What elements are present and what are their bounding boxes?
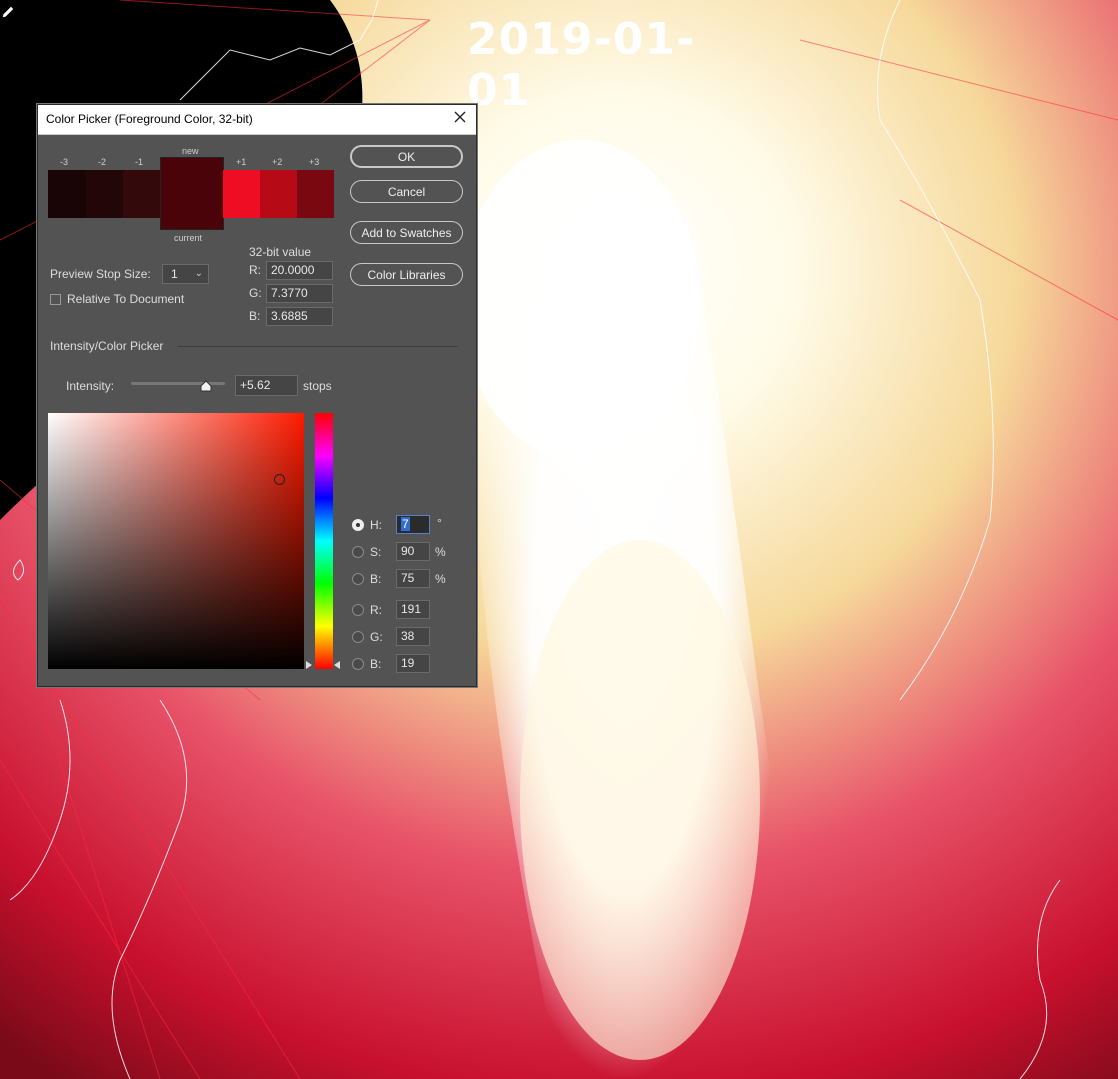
green-field[interactable]: 38 <box>396 627 430 646</box>
swatch-label-plus1: +1 <box>236 157 247 167</box>
saturation-unit: % <box>435 545 446 559</box>
red-radio[interactable] <box>352 604 364 616</box>
swatch-label-minus1: -1 <box>135 157 144 167</box>
value32-g-field[interactable]: 7.3770 <box>266 284 333 303</box>
blue-radio[interactable] <box>352 658 364 670</box>
value32-b-label: B: <box>249 309 261 323</box>
color-libraries-button[interactable]: Color Libraries <box>350 263 463 286</box>
hue-radio[interactable] <box>352 519 364 531</box>
swatch-label-current: current <box>174 233 203 243</box>
color-picker-dialog: Color Picker (Foreground Color, 32-bit) … <box>37 104 477 687</box>
value32-r-label: R: <box>249 263 261 277</box>
chevron-down-icon: ⌄ <box>194 268 203 279</box>
date-title: 2019-01-01 <box>467 14 696 116</box>
swatch-minus3[interactable] <box>48 170 86 218</box>
section-divider <box>178 346 458 347</box>
hue-field-value: 7 <box>401 517 410 531</box>
close-icon[interactable] <box>452 109 468 125</box>
swatch-plus1[interactable] <box>223 170 260 218</box>
red-label: R: <box>370 603 382 617</box>
intensity-field[interactable]: +5.62 <box>235 375 298 396</box>
blue-label: B: <box>370 657 382 671</box>
dialog-title: Color Picker (Foreground Color, 32-bit) <box>46 112 253 126</box>
brightness-label: B: <box>370 572 382 586</box>
relative-to-document-checkbox[interactable] <box>50 294 61 305</box>
saturation-field[interactable]: 90 <box>396 542 430 561</box>
swatch-new <box>160 157 224 195</box>
intensity-slider-thumb[interactable] <box>200 380 212 392</box>
preview-stop-size-value: 1 <box>171 267 178 281</box>
swatch-label-plus3: +3 <box>309 157 320 167</box>
color-field-picker-circle[interactable] <box>274 474 285 485</box>
red-field[interactable]: 191 <box>396 600 430 619</box>
value32-g-label: G: <box>249 286 262 300</box>
brightness-unit: % <box>435 572 446 586</box>
swatch-plus2[interactable] <box>260 170 297 218</box>
eyedropper-cursor-icon <box>1 0 19 19</box>
intensity-label: Intensity: <box>66 379 115 393</box>
blue-field[interactable]: 19 <box>396 654 430 673</box>
green-label: G: <box>370 630 383 644</box>
swatch-minus2[interactable] <box>86 170 123 218</box>
preview-stop-size-label: Preview Stop Size: <box>50 267 151 281</box>
hue-unit: ° <box>437 516 442 530</box>
swatch-label-minus3: -3 <box>60 157 69 167</box>
hue-field[interactable]: 7 <box>396 515 430 534</box>
dialog-titlebar: Color Picker (Foreground Color, 32-bit) <box>38 105 476 135</box>
ok-button[interactable]: OK <box>350 145 463 168</box>
preview-stop-size-select[interactable]: 1 ⌄ <box>162 264 209 284</box>
swatch-plus3[interactable] <box>297 170 334 218</box>
value32-b-field[interactable]: 3.6885 <box>266 307 333 326</box>
add-to-swatches-button[interactable]: Add to Swatches <box>350 221 463 244</box>
value32-r-field[interactable]: 20.0000 <box>266 261 333 280</box>
hue-label: H: <box>370 518 382 532</box>
swatch-label-plus2: +2 <box>272 157 283 167</box>
swatch-current[interactable] <box>160 193 224 230</box>
swatch-label-minus2: -2 <box>98 157 107 167</box>
saturation-label: S: <box>370 545 382 559</box>
relative-to-document-label: Relative To Document <box>67 292 185 306</box>
saturation-radio[interactable] <box>352 546 364 558</box>
brightness-radio[interactable] <box>352 573 364 585</box>
swatch-label-new: new <box>182 146 199 156</box>
value32-heading: 32-bit value <box>249 245 312 259</box>
green-radio[interactable] <box>352 631 364 643</box>
cancel-button[interactable]: Cancel <box>350 180 463 203</box>
swatch-minus1[interactable] <box>123 170 160 218</box>
saturation-brightness-field[interactable] <box>48 413 304 669</box>
intensity-unit: stops <box>303 379 332 393</box>
section-heading: Intensity/Color Picker <box>50 339 164 353</box>
hue-slider-left-arrow[interactable] <box>306 661 312 669</box>
brightness-field[interactable]: 75 <box>396 569 430 588</box>
hue-slider[interactable] <box>315 413 333 669</box>
hue-slider-right-arrow[interactable] <box>334 661 340 669</box>
